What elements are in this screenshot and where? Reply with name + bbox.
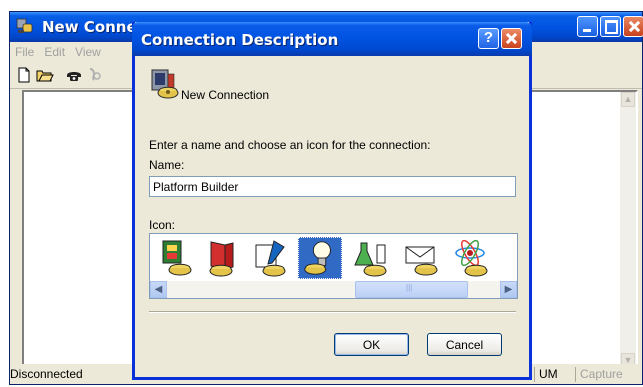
menu-bar: File Edit View [10,43,106,61]
hyperterminal-app-icon [16,18,33,33]
open-folder-icon[interactable] [36,66,54,84]
new-document-icon[interactable] [15,66,33,84]
lightbulb-phone-icon[interactable] [298,237,342,279]
dialog-close-button[interactable] [501,28,522,49]
dialog-heading: New Connection [181,88,270,102]
help-button[interactable]: ? [478,28,499,49]
status-capture: Capture [575,367,623,382]
icon-label: Icon: [149,218,176,232]
disconnect-icon[interactable] [86,66,104,84]
minimize-button[interactable] [577,16,598,37]
menu-file[interactable]: File [10,43,39,61]
status-num: UM [534,367,558,382]
dialog-separator [149,311,516,313]
maximize-button[interactable] [600,16,621,37]
notepad-pen-phone-icon[interactable] [250,237,294,279]
background-window-title: New Connec [42,18,146,36]
dialog-title: Connection Description [141,31,339,49]
status-connection: Disconnected [10,367,83,381]
dialog-title-bar[interactable]: Connection Description ? [132,22,532,56]
icon-list-scrollbar[interactable]: ◀ ▶ [150,281,517,298]
connection-name-input[interactable] [149,176,516,197]
connection-description-dialog: Connection Description ? New Connection … [132,22,532,380]
scroll-left-icon[interactable]: ◀ [150,281,167,298]
phone-dial-icon[interactable] [65,66,83,84]
name-label: Name: [149,158,185,172]
cancel-button[interactable]: Cancel [427,333,502,356]
envelope-phone-icon[interactable] [400,237,444,279]
dialog-prompt: Enter a name and choose an icon for the … [149,138,431,152]
scroll-up-icon[interactable]: ▲ [621,92,635,107]
connection-phone-icon [151,69,179,99]
chemistry-flask-phone-icon[interactable] [351,237,395,279]
scroll-right-icon[interactable]: ▶ [500,281,517,298]
vertical-scrollbar[interactable]: ▲ ▼ [620,92,636,368]
book-phone-icon[interactable] [201,237,245,279]
atom-phone-icon[interactable] [448,237,492,279]
icon-picker-list[interactable]: ◀ ▶ [149,233,518,299]
scroll-thumb[interactable] [355,281,468,298]
menu-edit[interactable]: Edit [39,43,70,61]
mci-phone-icon[interactable] [154,237,198,279]
menu-view[interactable]: View [70,43,106,61]
close-button[interactable] [623,16,643,37]
ok-button[interactable]: OK [334,333,409,356]
